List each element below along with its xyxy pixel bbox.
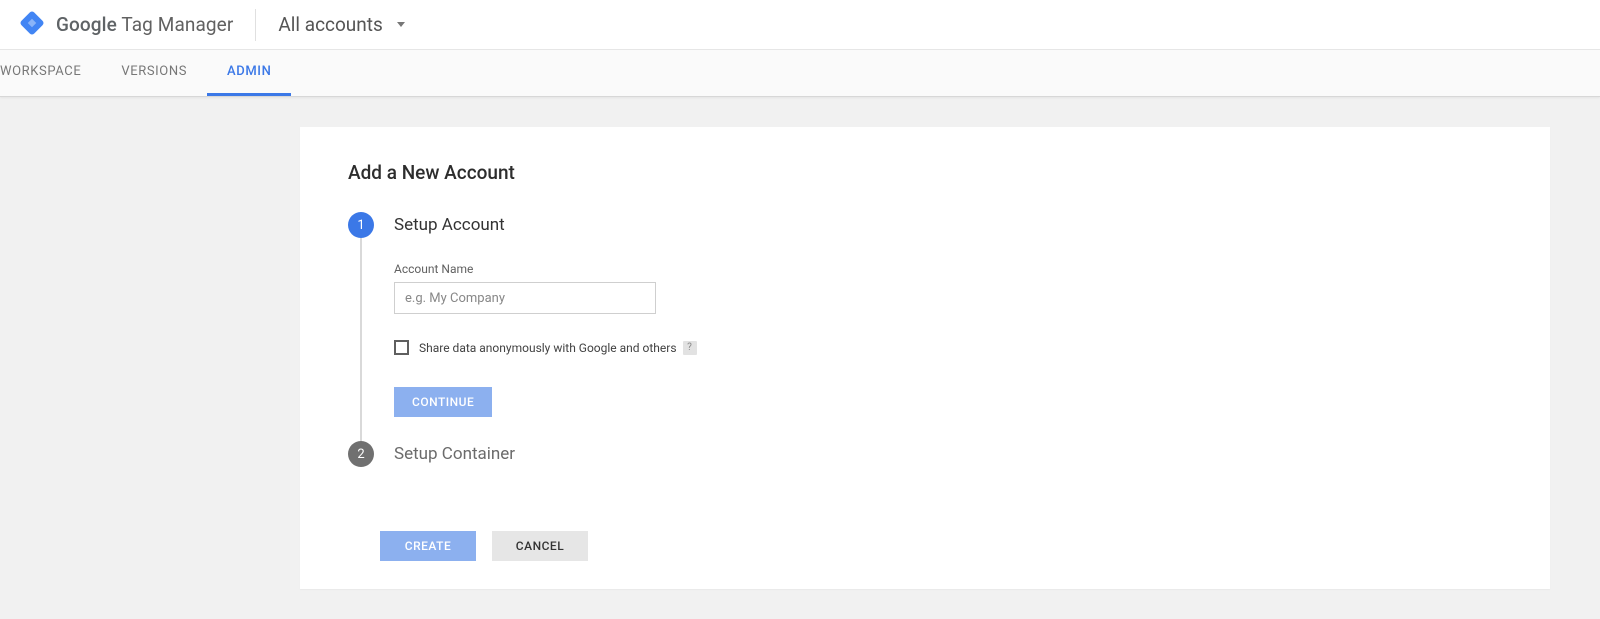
logo[interactable]: Google Tag Manager bbox=[20, 9, 256, 41]
share-data-label: Share data anonymously with Google and o… bbox=[419, 341, 677, 355]
create-button[interactable]: CREATE bbox=[380, 531, 476, 561]
step-setup-container: 2 Setup Container bbox=[348, 441, 1502, 491]
gtm-logo-icon bbox=[20, 11, 44, 39]
tab-versions[interactable]: VERSIONS bbox=[101, 49, 207, 96]
step-1-badge: 1 bbox=[348, 212, 374, 238]
secondary-nav: WORKSPACE VERSIONS ADMIN bbox=[0, 50, 1600, 97]
footer-actions: CREATE CANCEL bbox=[380, 531, 1502, 561]
step-2-badge: 2 bbox=[348, 441, 374, 467]
account-picker-label: All accounts bbox=[278, 13, 382, 36]
card-title: Add a New Account bbox=[348, 161, 1502, 184]
continue-wrap: CONTINUE bbox=[394, 387, 1502, 417]
step-1-body: Setup Account Account Name Share data an… bbox=[394, 212, 1502, 441]
continue-button[interactable]: CONTINUE bbox=[394, 387, 492, 417]
cancel-button[interactable]: CANCEL bbox=[492, 531, 588, 561]
step-connector bbox=[360, 238, 362, 454]
caret-down-icon bbox=[397, 22, 405, 27]
logo-text: Google Tag Manager bbox=[56, 13, 233, 36]
step-2-title: Setup Container bbox=[394, 441, 1502, 467]
tab-admin[interactable]: ADMIN bbox=[207, 49, 291, 96]
share-data-checkbox[interactable] bbox=[394, 340, 409, 355]
help-icon[interactable]: ? bbox=[683, 341, 697, 355]
account-name-label: Account Name bbox=[394, 262, 1502, 276]
content-area: Add a New Account 1 Setup Account Accoun… bbox=[0, 97, 1600, 619]
step-2-body: Setup Container bbox=[394, 441, 1502, 491]
setup-card: Add a New Account 1 Setup Account Accoun… bbox=[300, 127, 1550, 589]
logo-rest: Tag Manager bbox=[117, 13, 233, 36]
top-bar: Google Tag Manager All accounts bbox=[0, 0, 1600, 50]
account-picker[interactable]: All accounts bbox=[278, 13, 404, 36]
account-name-input[interactable] bbox=[394, 282, 656, 314]
step-1-title: Setup Account bbox=[394, 212, 1502, 238]
logo-bold: Google bbox=[56, 13, 117, 36]
step-setup-account: 1 Setup Account Account Name Share data … bbox=[348, 212, 1502, 441]
tab-workspace[interactable]: WORKSPACE bbox=[0, 49, 101, 96]
share-data-row: Share data anonymously with Google and o… bbox=[394, 340, 1502, 355]
